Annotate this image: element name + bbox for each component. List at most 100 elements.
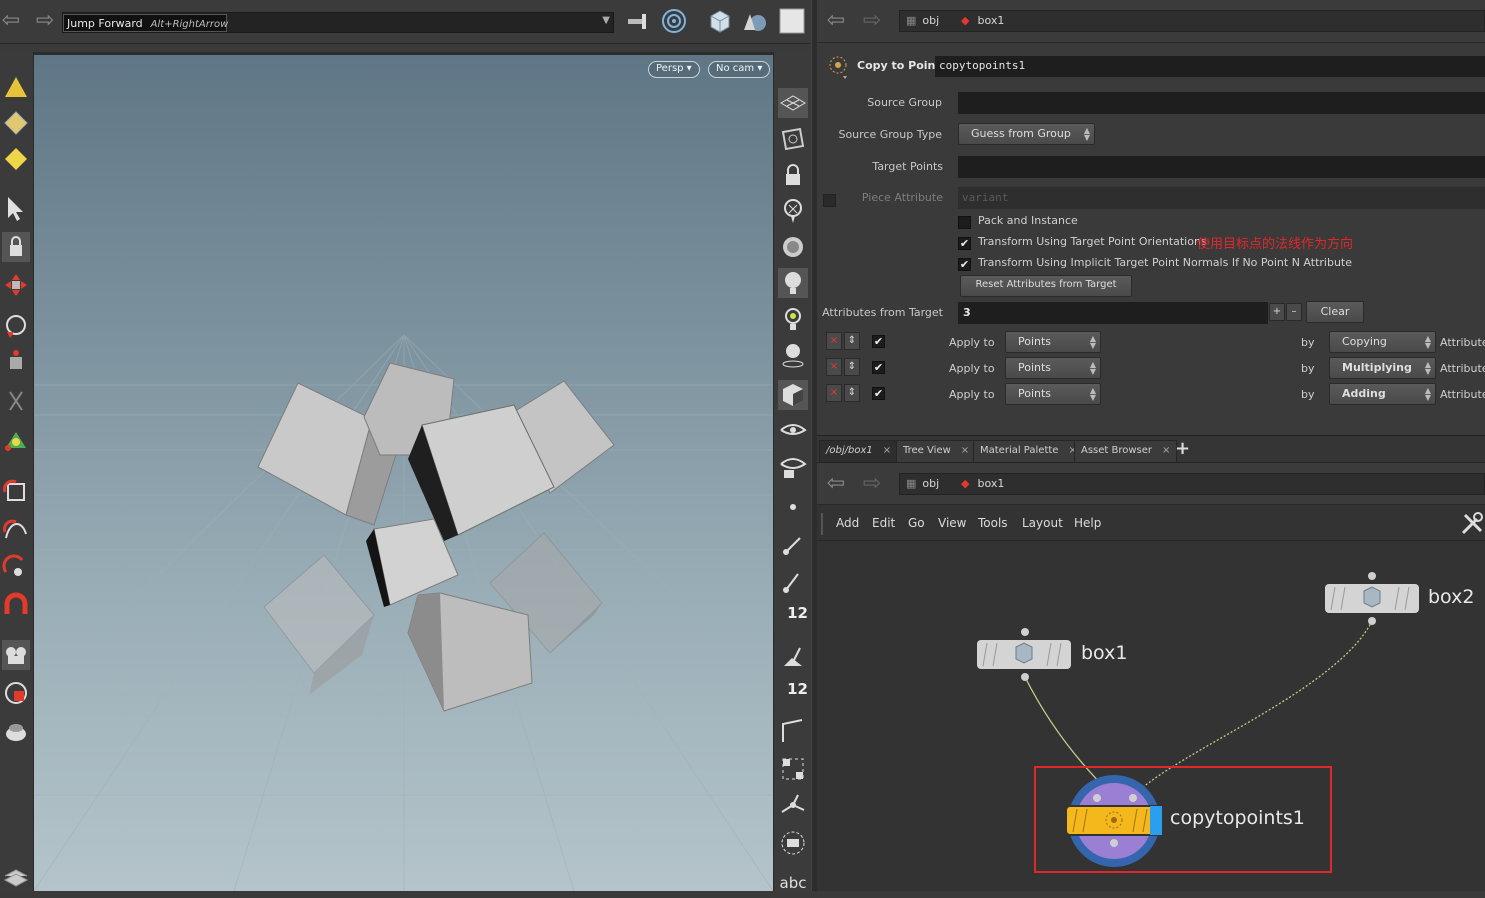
network-path-node[interactable]: ◆ box1 — [955, 473, 1485, 495]
tab-network[interactable]: /obj/box1 × — [819, 440, 899, 462]
curve-snap-icon[interactable] — [2, 514, 30, 544]
move-row-button[interactable]: ⇕ — [844, 332, 860, 350]
path-node[interactable]: ◆ box1 — [955, 10, 1485, 32]
move-row-button[interactable]: ⇕ — [844, 358, 860, 376]
construction-plane-icon[interactable] — [778, 124, 808, 154]
param-back-arrow-icon[interactable]: ⇦ — [825, 10, 847, 32]
close-icon[interactable]: × — [1162, 445, 1170, 456]
menu-layout[interactable]: Layout — [1022, 516, 1063, 530]
target-points-field[interactable] — [958, 156, 1485, 178]
network-editor[interactable]: box1 box2 copytopoints1 — [817, 541, 1485, 891]
camera-target-icon[interactable] — [659, 6, 689, 36]
move-tool-icon[interactable] — [2, 270, 30, 300]
render-region-icon[interactable] — [2, 678, 30, 708]
mode-select[interactable]: Copying ▲ ▼ — [1329, 331, 1436, 353]
skull-light-icon[interactable] — [778, 340, 808, 370]
node-label-box2[interactable]: box2 — [1428, 586, 1474, 608]
path-obj[interactable]: ▦ obj — [899, 10, 957, 32]
tab-asset-browser[interactable]: Asset Browser × — [1074, 440, 1178, 462]
bounding-corner-icon[interactable] — [778, 716, 808, 746]
remove-row-button[interactable]: × — [826, 358, 842, 376]
camera-icon[interactable] — [2, 640, 30, 670]
visibility-eye-icon[interactable] — [778, 416, 808, 446]
remove-row-button[interactable]: × — [826, 384, 842, 402]
node-label-copytopoints[interactable]: copytopoints1 — [1170, 807, 1305, 829]
add-tab-icon[interactable]: + — [1175, 438, 1190, 459]
move-row-button[interactable]: ⇕ — [844, 384, 860, 402]
remove-row-button[interactable]: × — [826, 332, 842, 350]
shaded-cube-icon[interactable] — [778, 380, 808, 410]
ghost-icon[interactable] — [778, 196, 808, 226]
handle-tool-icon[interactable] — [2, 426, 30, 456]
lock-camera-icon[interactable] — [778, 160, 808, 190]
pack-and-instance-checkbox[interactable] — [958, 216, 971, 229]
node-label-box1[interactable]: box1 — [1081, 642, 1127, 664]
param-forward-arrow-icon[interactable]: ⇨ — [861, 10, 883, 32]
forward-arrow-icon[interactable]: ⇨ — [34, 10, 56, 32]
stack-icon[interactable] — [2, 858, 30, 888]
add-attribute-button[interactable]: + — [1269, 303, 1285, 321]
scale-tool-icon[interactable] — [2, 348, 30, 378]
menu-help[interactable]: Help — [1074, 516, 1101, 530]
scene-viewport[interactable]: Persp ▾ No cam ▾ — [34, 52, 773, 891]
network-path-obj[interactable]: ▦ obj — [899, 473, 957, 495]
clear-button[interactable]: Clear — [1306, 301, 1364, 323]
apply-to-select[interactable]: Points ▲ ▼ — [1005, 357, 1101, 379]
source-group-type-select[interactable]: Guess from Group ▲ ▼ — [958, 123, 1095, 145]
light-bulb-icon[interactable] — [778, 304, 808, 334]
network-forward-arrow-icon[interactable]: ⇨ — [861, 473, 883, 495]
dial-icon[interactable] — [778, 232, 808, 262]
point-number-icon[interactable]: 12 — [778, 604, 808, 634]
prim-number-icon[interactable]: 12 — [778, 680, 808, 710]
rotate-tool-icon[interactable] — [2, 310, 30, 340]
node-name-field[interactable]: copytopoints1 — [935, 56, 1485, 77]
perspective-menu[interactable]: Persp ▾ — [648, 61, 700, 78]
wrench-icon[interactable] — [1459, 509, 1485, 537]
headlight-icon[interactable] — [778, 268, 808, 298]
desktop-path-field[interactable]: Jump Forward Alt+RightArrow ▼ — [62, 12, 614, 33]
dropdown-arrow-icon[interactable]: ▼ — [602, 15, 610, 26]
back-arrow-icon[interactable]: ⇦ — [0, 10, 22, 32]
source-group-field[interactable] — [958, 92, 1485, 114]
grid-plane-icon[interactable] — [778, 88, 808, 118]
select-arrow-icon[interactable] — [2, 194, 30, 224]
lock-select-icon[interactable] — [2, 232, 30, 262]
row-enable-checkbox[interactable]: ✔ — [872, 361, 885, 374]
transform-orientations-checkbox[interactable]: ✔ — [958, 237, 971, 250]
grid-snap-icon[interactable] — [2, 476, 30, 506]
magnet-snap-icon[interactable] — [2, 590, 30, 620]
uv-grid-icon[interactable] — [778, 754, 808, 784]
mode-select[interactable]: Multiplying ▲ ▼ — [1329, 357, 1436, 379]
vertex-normal-icon[interactable] — [778, 566, 808, 596]
background-toggle-icon[interactable] — [777, 6, 807, 36]
normal-display-icon[interactable] — [778, 530, 808, 560]
apply-to-select[interactable]: Points ▲ ▼ — [1005, 383, 1101, 405]
object-select-icon[interactable] — [2, 72, 30, 102]
transform-normals-checkbox[interactable]: ✔ — [958, 258, 971, 271]
pin-icon[interactable] — [624, 6, 654, 36]
network-back-arrow-icon[interactable]: ⇦ — [825, 473, 847, 495]
camera-menu[interactable]: No cam ▾ — [708, 61, 771, 78]
close-icon[interactable]: × — [883, 445, 891, 456]
normal-spike-icon[interactable] — [778, 790, 808, 820]
eye-camera-icon[interactable] — [778, 452, 808, 482]
close-icon[interactable]: × — [961, 445, 969, 456]
text-label-icon[interactable]: abc — [778, 868, 808, 898]
flipbook-icon[interactable] — [2, 716, 30, 746]
display-options-icon[interactable] — [778, 828, 808, 858]
copy-to-points-icon[interactable] — [825, 52, 851, 80]
row-enable-checkbox[interactable]: ✔ — [872, 335, 885, 348]
tab-material-palette[interactable]: Material Palette × — [973, 440, 1084, 462]
primitives-select-icon[interactable] — [2, 144, 30, 174]
remove-attribute-button[interactable]: – — [1286, 303, 1302, 321]
menu-tools[interactable]: Tools — [978, 516, 1008, 530]
point-display-icon[interactable] — [778, 492, 808, 522]
menu-view[interactable]: View — [938, 516, 966, 530]
attributes-count-field[interactable]: 3 — [958, 302, 1268, 324]
reset-attributes-button[interactable]: Reset Attributes from Target — [960, 275, 1132, 297]
row-enable-checkbox[interactable]: ✔ — [872, 387, 885, 400]
cube-display-icon[interactable] — [705, 6, 735, 36]
apply-to-select[interactable]: Points ▲ ▼ — [1005, 331, 1101, 353]
menu-edit[interactable]: Edit — [872, 516, 895, 530]
menu-go[interactable]: Go — [908, 516, 925, 530]
